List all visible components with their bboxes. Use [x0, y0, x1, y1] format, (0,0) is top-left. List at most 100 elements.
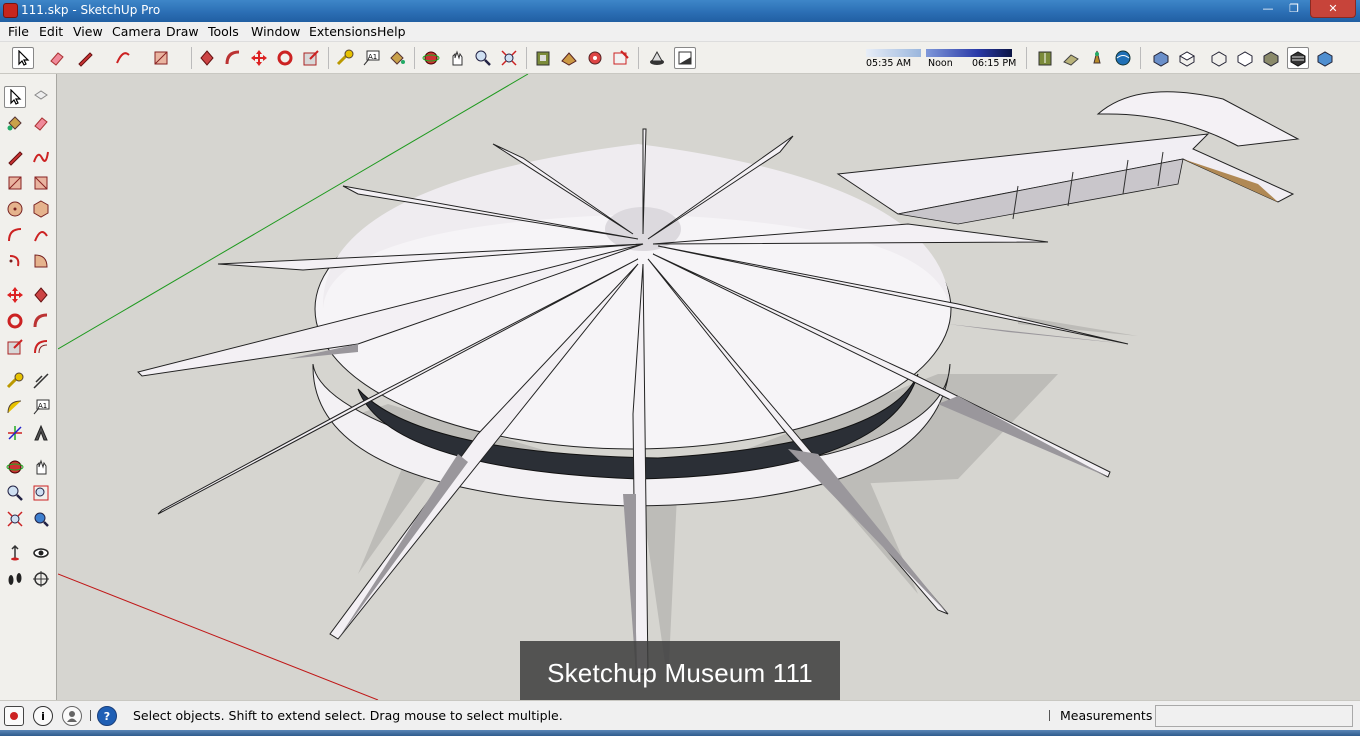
orbit-icon[interactable]: [4, 456, 26, 478]
rotated-rectangle-icon[interactable]: [30, 172, 52, 194]
museum-3d-model: [58, 74, 1300, 700]
component-icon[interactable]: [30, 86, 52, 108]
zoom-icon[interactable]: [472, 47, 494, 69]
menu-edit[interactable]: Edit: [39, 24, 63, 39]
title-bar: 111.skp - SketchUp Pro — ❐ ✕: [0, 0, 1360, 22]
text-icon[interactable]: A1: [360, 47, 382, 69]
menu-help[interactable]: Help: [377, 24, 406, 39]
hidden-line-icon[interactable]: [1260, 47, 1282, 69]
maximize-button[interactable]: ❐: [1281, 0, 1307, 18]
rectangle-icon[interactable]: [4, 172, 26, 194]
scale-icon[interactable]: [4, 336, 26, 358]
shadow-time-slider-evening[interactable]: [926, 49, 1012, 57]
shadow-time-slider-morning[interactable]: [866, 49, 921, 57]
photo-texture-icon[interactable]: [1086, 47, 1108, 69]
circle-icon[interactable]: [4, 198, 26, 220]
arc-2pt-icon[interactable]: [30, 224, 52, 246]
geo-status-icon[interactable]: [4, 706, 24, 726]
follow-me-icon[interactable]: [30, 310, 52, 332]
freehand-icon[interactable]: [30, 146, 52, 168]
sketchup-app-icon[interactable]: [3, 3, 18, 18]
monochrome-icon[interactable]: [1314, 47, 1336, 69]
select-icon[interactable]: [12, 47, 34, 69]
paint-bucket-icon[interactable]: [4, 112, 26, 134]
orbit-icon[interactable]: [420, 47, 442, 69]
push-pull-icon[interactable]: [196, 47, 218, 69]
protractor-icon[interactable]: [4, 396, 26, 418]
tape-measure-icon[interactable]: [334, 47, 356, 69]
menu-file[interactable]: File: [8, 24, 29, 39]
svg-text:A1: A1: [368, 53, 377, 61]
arc-icon[interactable]: [4, 224, 26, 246]
zoom-icon[interactable]: [4, 482, 26, 504]
menu-extensions[interactable]: Extensions: [309, 24, 377, 39]
menu-camera[interactable]: Camera: [112, 24, 161, 39]
warehouse-icon[interactable]: [532, 47, 554, 69]
info-icon[interactable]: i: [33, 706, 53, 726]
terrain-icon[interactable]: [1060, 47, 1082, 69]
extension-warehouse-icon[interactable]: [610, 47, 632, 69]
arc-icon[interactable]: [112, 47, 134, 69]
arc-3pt-icon[interactable]: [4, 250, 26, 272]
position-camera-icon[interactable]: [4, 542, 26, 564]
zoom-window-icon[interactable]: [30, 482, 52, 504]
eraser-icon[interactable]: [30, 112, 52, 134]
geo-location-icon[interactable]: [1034, 47, 1056, 69]
pencil-icon[interactable]: [74, 47, 96, 69]
push-pull-icon[interactable]: [30, 284, 52, 306]
zoom-extents-icon[interactable]: [498, 47, 520, 69]
look-around-icon[interactable]: [30, 542, 52, 564]
offset-icon[interactable]: [30, 336, 52, 358]
scene-caption: Sketchup Museum 111: [520, 641, 840, 700]
components-icon[interactable]: [584, 47, 606, 69]
xray-icon[interactable]: [1208, 47, 1230, 69]
svg-text:A1: A1: [38, 402, 47, 410]
shaded-icon[interactable]: [1287, 47, 1309, 69]
rotate-icon[interactable]: [274, 47, 296, 69]
walk-icon[interactable]: [4, 568, 26, 590]
rectangle-icon[interactable]: [150, 47, 172, 69]
close-button[interactable]: ✕: [1310, 0, 1356, 18]
measurements-label: Measurements: [1060, 708, 1153, 723]
rotate-icon[interactable]: [4, 310, 26, 332]
measurements-input[interactable]: [1155, 705, 1353, 727]
share-model-icon[interactable]: [558, 47, 580, 69]
3d-text-icon[interactable]: [30, 422, 52, 444]
section-plane-icon[interactable]: [30, 568, 52, 590]
pie-icon[interactable]: [30, 250, 52, 272]
user-icon[interactable]: [62, 706, 82, 726]
zoom-extents-icon[interactable]: [4, 508, 26, 530]
follow-me-icon[interactable]: [222, 47, 244, 69]
pan-icon[interactable]: [446, 47, 468, 69]
minimize-button[interactable]: —: [1256, 0, 1280, 18]
menu-tools[interactable]: Tools: [208, 24, 239, 39]
top-view-icon[interactable]: [1176, 47, 1198, 69]
text-icon[interactable]: A1: [30, 396, 52, 418]
menu-window[interactable]: Window: [251, 24, 300, 39]
bridge-walkway: [836, 91, 1300, 225]
pan-icon[interactable]: [30, 456, 52, 478]
main-toolbar: A1 J F M A M J J A S O N D 05:35 AM Noon…: [0, 42, 1360, 112]
sandbox-icon[interactable]: [1112, 47, 1134, 69]
iso-view-icon[interactable]: [1150, 47, 1172, 69]
shadows-icon[interactable]: [646, 47, 668, 69]
axes-icon[interactable]: [4, 422, 26, 444]
model-viewport[interactable]: Sketchup Museum 111: [58, 74, 1360, 700]
wireframe-icon[interactable]: [1234, 47, 1256, 69]
tape-measure-icon[interactable]: [4, 370, 26, 392]
paint-bucket-icon[interactable]: [386, 47, 408, 69]
help-icon[interactable]: ?: [97, 706, 117, 726]
scale-icon[interactable]: [300, 47, 322, 69]
dimension-icon[interactable]: [30, 370, 52, 392]
move-icon[interactable]: [248, 47, 270, 69]
previous-view-icon[interactable]: [30, 508, 52, 530]
eraser-icon[interactable]: [46, 47, 68, 69]
fog-icon[interactable]: [674, 47, 696, 69]
status-bar: i ? Select objects. Shift to extend sele…: [0, 700, 1360, 730]
polygon-icon[interactable]: [30, 198, 52, 220]
select-icon[interactable]: [4, 86, 26, 108]
line-icon[interactable]: [4, 146, 26, 168]
move-icon[interactable]: [4, 284, 26, 306]
menu-draw[interactable]: Draw: [166, 24, 199, 39]
menu-view[interactable]: View: [73, 24, 103, 39]
